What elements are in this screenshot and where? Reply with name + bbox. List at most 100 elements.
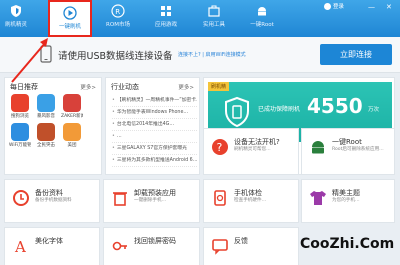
svg-text:?: ? <box>217 141 223 154</box>
app-item[interactable]: 搜狗浏览 <box>9 94 31 119</box>
toolbox-icon <box>208 5 220 17</box>
tool-title: 精美主题 <box>332 189 360 197</box>
nav-label-one-click-root: 一键Root <box>250 22 274 28</box>
meituan-icon <box>63 123 81 141</box>
news-item[interactable]: 台北电信2014年推出4G… <box>112 119 197 131</box>
nav-item-apps-games[interactable]: 应用游戏 <box>144 0 188 37</box>
tool-title: 备份资料 <box>35 189 63 197</box>
close-button[interactable]: ✕ <box>386 3 392 11</box>
tool-subtitle: 检查手机硬件… <box>234 198 267 203</box>
annotation-arrow <box>11 38 48 83</box>
tool-subtitle: 为您的手机… <box>332 198 360 203</box>
shield-check-icon <box>225 96 249 128</box>
tool-title: 设备无法开机? <box>234 138 280 146</box>
play-icon <box>63 6 77 20</box>
tool-subtitle: Root后可删除系统应用… <box>332 147 384 152</box>
minimize-button[interactable]: — <box>368 3 375 11</box>
connect-message: 请使用USB数据线连接设备 <box>58 51 173 62</box>
industry-news-more-link[interactable]: 更多> <box>178 83 194 91</box>
news-item[interactable]: … <box>112 131 197 143</box>
app-label: 搜狗浏览 <box>11 114 29 119</box>
industry-news-title: 行业动态 <box>111 83 139 91</box>
tool-title: 反馈 <box>234 237 248 245</box>
app-label: 美团 <box>67 143 77 148</box>
backup-icon <box>13 190 29 206</box>
tool-card-themes[interactable]: 精美主题 为您的手机… <box>301 179 395 223</box>
flash-count-text: 已成功保障刷机 <box>258 106 301 113</box>
news-item[interactable]: 三星将为其多款机型推送Android 6… <box>112 155 197 167</box>
nav-item-one-click-flash[interactable]: 一键刷机 <box>48 0 92 37</box>
svg-text:R: R <box>115 8 120 16</box>
shirt-icon <box>310 191 326 205</box>
nav-item-home[interactable]: 刷机精灵 <box>0 0 32 37</box>
android-root-icon <box>258 7 266 16</box>
app-label: WiFi万能钥 <box>9 143 31 148</box>
app-grid: 搜狗浏览 暴风影音 ZAKER新闻 WiFi万能钥 全民突击 美团 <box>9 94 83 148</box>
app-item[interactable]: 全民突击 <box>35 123 57 148</box>
news-item[interactable]: 【刷机精灵】一周精机事件—“加密卡… <box>112 95 197 107</box>
tool-card-uninstall-preinstalled[interactable]: 卸载预装应用 一键删除手机… <box>103 179 200 223</box>
connect-bar: 请使用USB数据线连接设备 连接不上? | 启用WiFi连接模式 立即连接 <box>0 37 400 73</box>
font-icon: A <box>14 238 26 255</box>
nav-label-one-click-flash: 一键刷机 <box>58 24 81 30</box>
tool-title: 一键Root <box>332 138 362 146</box>
news-list: 【刷机精灵】一周精机事件—“加密卡… 华为智能手表Windows Phone… … <box>112 95 197 167</box>
news-item[interactable]: 华为智能手表Windows Phone… <box>112 107 197 119</box>
banner-tag: 刷机精 <box>208 82 230 91</box>
app-label: 暴风影音 <box>37 114 55 119</box>
app-item[interactable]: ZAKER新闻 <box>61 94 83 119</box>
nav-label-home: 刷机精灵 <box>4 22 27 28</box>
nav-label-apps-games: 应用游戏 <box>154 22 177 28</box>
top-nav-bar: 刷机精灵 一键刷机 R ROM市场 应用游戏 实用工具 一键Root 登录 — … <box>0 0 400 37</box>
tool-title: 卸载预装应用 <box>134 189 176 197</box>
storm-player-icon <box>37 94 55 112</box>
sogou-browser-icon <box>11 94 29 112</box>
avatar-icon <box>324 2 331 10</box>
connect-now-button[interactable]: 立即连接 <box>320 44 392 65</box>
question-mark-icon: ? <box>212 139 228 155</box>
wifi-key-icon <box>11 123 29 141</box>
login-label: 登录 <box>333 4 345 10</box>
flash-count-unit: 万次 <box>368 107 380 113</box>
feedback-icon <box>212 239 228 255</box>
nav-item-one-click-root[interactable]: 一键Root <box>240 0 284 37</box>
zaker-news-icon <box>63 94 81 112</box>
watermark-text: CooZhi.Com <box>300 236 395 252</box>
tool-title: 美化字体 <box>35 237 63 245</box>
shield-logo-icon <box>11 5 21 17</box>
game-icon <box>37 123 55 141</box>
app-label: ZAKER新闻 <box>61 114 83 119</box>
flash-count-number: 4550 <box>307 94 363 118</box>
news-item[interactable]: 三星GALAXY S7官方保护套曝光 <box>112 143 197 155</box>
tool-subtitle: 一键删除手机… <box>134 198 167 203</box>
search-icon <box>214 190 226 206</box>
daily-recommend-more-link[interactable]: 更多> <box>80 83 96 91</box>
nav-label-rom-market: ROM市场 <box>106 22 130 28</box>
grid-apps-icon <box>161 6 171 16</box>
app-item[interactable]: WiFi万能钥 <box>9 123 31 148</box>
tool-title: 手机体检 <box>234 189 262 197</box>
nav-item-rom-market[interactable]: R ROM市场 <box>96 0 140 37</box>
industry-news-card: 行业动态 更多> 【刷机精灵】一周精机事件—“加密卡… 华为智能手表Window… <box>105 77 200 175</box>
tool-card-phone-checkup[interactable]: 手机体检 检查手机硬件… <box>203 179 299 223</box>
app-item[interactable]: 美团 <box>61 123 83 148</box>
nav-label-tools: 实用工具 <box>202 22 225 28</box>
tool-card-one-click-root[interactable]: 一键Root Root后可删除系统应用… <box>301 128 395 175</box>
svg-text:A: A <box>14 238 26 255</box>
daily-recommend-card: 每日推荐 更多> 搜狗浏览 暴风影音 ZAKER新闻 WiFi万能钥 全民突击 … <box>4 77 102 175</box>
tool-card-fonts[interactable]: A 美化字体 <box>4 227 100 265</box>
login-button[interactable]: 登录 <box>324 2 344 10</box>
tool-title: 找回锁屏密码 <box>134 237 176 245</box>
nav-item-tools[interactable]: 实用工具 <box>192 0 236 37</box>
tool-card-recover-lock-password[interactable]: 找回锁屏密码 <box>103 227 200 265</box>
tool-subtitle: 备份手机数据资料 <box>35 198 72 203</box>
tool-card-backup[interactable]: 备份资料 备份手机数据资料 <box>4 179 100 223</box>
key-icon <box>112 241 127 251</box>
trash-icon <box>113 192 127 206</box>
app-item[interactable]: 暴风影音 <box>35 94 57 119</box>
android-icon <box>312 141 324 154</box>
tool-card-feedback[interactable]: 反馈 <box>203 227 299 265</box>
tool-card-cannot-boot[interactable]: ? 设备无法开机? 刷机精灵可帮您… <box>203 128 299 175</box>
connect-help-link[interactable]: 连接不上? | 启用WiFi连接模式 <box>178 51 246 58</box>
rom-icon: R <box>111 4 125 18</box>
